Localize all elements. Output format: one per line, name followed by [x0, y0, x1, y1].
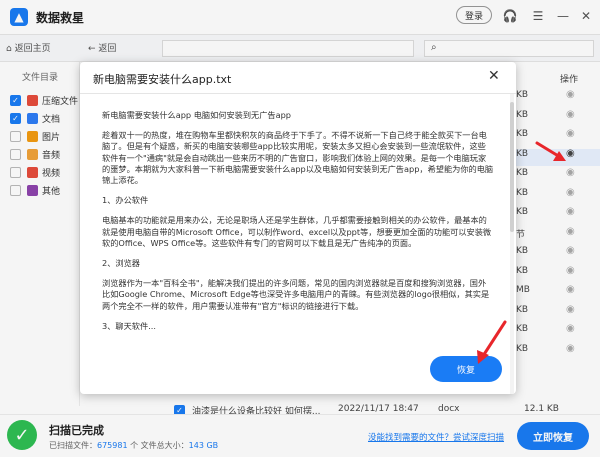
arrow-to-recover-button [477, 320, 507, 364]
annotation-arrows [477, 141, 566, 364]
arrow-to-preview-eye-icon [535, 141, 566, 161]
